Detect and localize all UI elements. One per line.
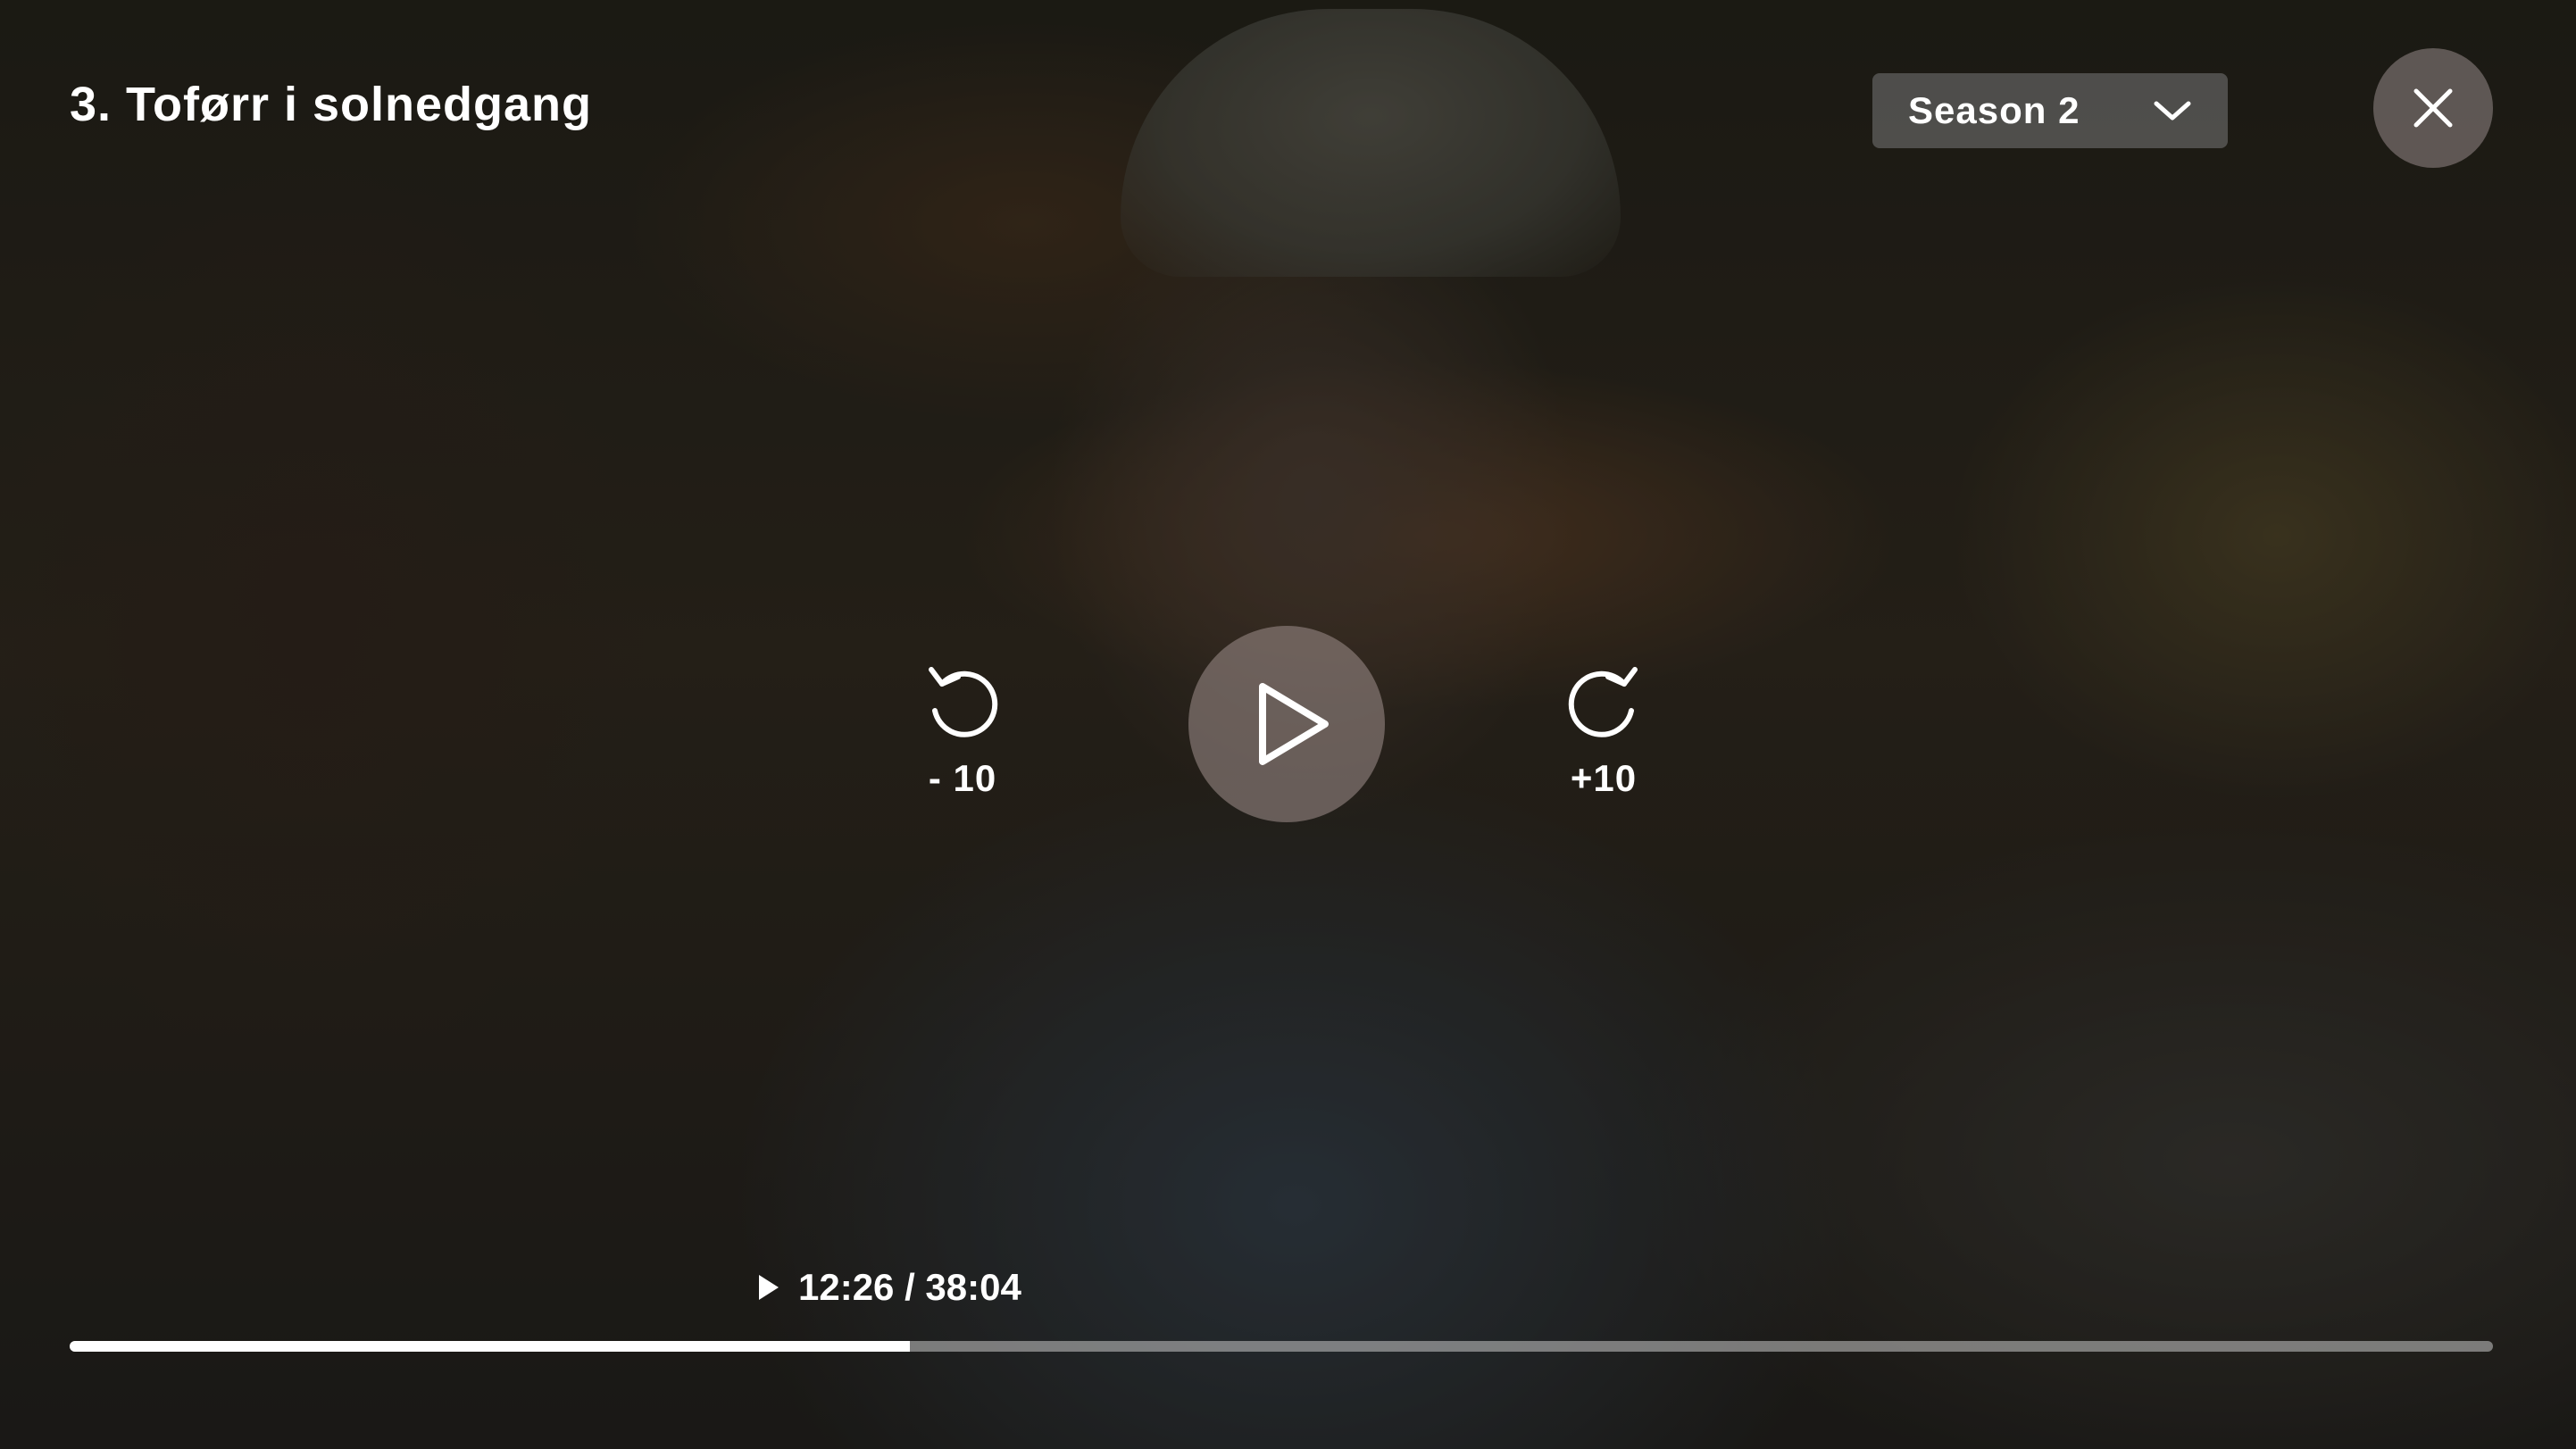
- play-icon: [1259, 683, 1329, 765]
- play-status-icon: [759, 1275, 779, 1300]
- play-button[interactable]: [1188, 626, 1385, 822]
- forward-10-button[interactable]: +10: [1541, 661, 1666, 839]
- forward-icon: [1568, 667, 1638, 737]
- video-player[interactable]: 3. Toførr i solnedgang Season 2 - 10 +10: [0, 0, 2576, 1449]
- season-dropdown-label: Season 2: [1908, 89, 2080, 131]
- episode-title: 3. Toførr i solnedgang: [70, 78, 593, 131]
- progress-bar[interactable]: [70, 1341, 2493, 1352]
- rewind-label: - 10: [928, 757, 997, 799]
- rewind-icon: [929, 667, 998, 737]
- chevron-down-icon: [2154, 101, 2191, 121]
- playback-time: 12:26 / 38:04: [757, 1266, 1021, 1309]
- rewind-10-button[interactable]: - 10: [900, 661, 1025, 839]
- forward-label: +10: [1570, 757, 1638, 799]
- close-icon: [2413, 88, 2453, 128]
- close-button[interactable]: [2373, 48, 2493, 168]
- season-dropdown[interactable]: Season 2: [1872, 73, 2228, 148]
- progress-fill: [70, 1341, 910, 1352]
- time-text: 12:26 / 38:04: [798, 1266, 1021, 1308]
